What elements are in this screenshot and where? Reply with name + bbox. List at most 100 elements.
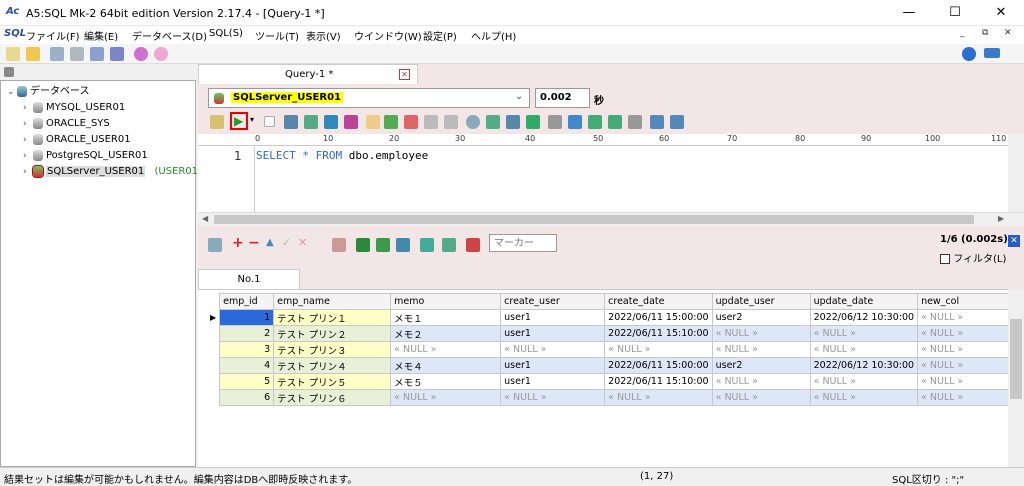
rerun-icon[interactable] [420, 238, 434, 252]
table-row[interactable]: 2 テスト プリン２ メモ２ user1 2022/06/11 15:10:00 « NU… [207, 325, 1023, 342]
menu-help[interactable]: ヘルプ(H) [471, 28, 516, 43]
table-cell[interactable]: 2 [219, 325, 275, 342]
table-cell[interactable]: テスト プリン３ [273, 341, 392, 358]
explain-icon[interactable] [284, 115, 298, 129]
add-row-icon[interactable]: + [232, 235, 244, 251]
table-cell[interactable]: « NULL » [500, 389, 606, 406]
table-cell[interactable]: « NULL » [711, 341, 811, 358]
paste-icon[interactable] [444, 115, 458, 129]
table-cell[interactable]: テスト プリン４ [273, 357, 392, 374]
tree-item-oracle-sys[interactable]: › ORACLE_SYS [23, 117, 110, 131]
outdent-icon[interactable] [608, 115, 622, 129]
settings-icon[interactable] [110, 47, 124, 61]
excel-icon[interactable] [356, 238, 370, 252]
table-cell[interactable]: « NULL » [604, 341, 713, 358]
tab-query-1[interactable]: Query-1 * ✕ [198, 64, 418, 84]
table-cell[interactable]: 6 [219, 389, 275, 406]
run-all-icon[interactable] [304, 115, 318, 129]
editor-vertical-scrollbar[interactable] [1008, 134, 1024, 212]
marker-input[interactable] [489, 234, 557, 252]
checkbox-icon[interactable] [940, 254, 950, 264]
open-folder-icon[interactable] [26, 47, 40, 61]
redo-icon[interactable] [384, 115, 398, 129]
sql-editor[interactable]: 1 SELECT * FROM dbo.employee [198, 146, 1008, 212]
search-icon[interactable] [466, 115, 480, 129]
database-gear-icon[interactable] [70, 47, 84, 61]
plugin2-icon[interactable] [154, 47, 168, 61]
format-icon[interactable] [526, 115, 540, 129]
copy-grid-icon[interactable] [396, 238, 410, 252]
table-cell[interactable]: 2022/06/11 15:10:00 [604, 373, 713, 390]
table-cell[interactable]: « NULL » [500, 341, 606, 358]
menu-tools[interactable]: ツール(T) [255, 28, 299, 43]
menu-settings[interactable]: 設定(P) [423, 28, 457, 43]
rollback-icon[interactable]: ✕ [298, 236, 307, 249]
table-cell[interactable]: user1 [500, 309, 606, 326]
table-cell[interactable]: user1 [500, 325, 606, 342]
table-cell[interactable]: « NULL » [917, 373, 1023, 390]
table-row[interactable]: 6 テスト プリン６ « NULL » « NULL » « NULL » « NULL … [207, 389, 1023, 406]
table-cell[interactable]: 1 [219, 309, 275, 326]
table-row[interactable]: 4 テスト プリン４ メモ４ user1 2022/06/11 15:00:00 user… [207, 357, 1023, 374]
tree-item-sqlserver[interactable]: › SQLServer_USER01 (USER01) [23, 164, 202, 179]
column-header[interactable]: create_date [604, 293, 713, 310]
cut-icon[interactable] [404, 115, 418, 129]
table-cell[interactable]: « NULL » [809, 373, 919, 390]
table-cell[interactable]: メモ４ [390, 357, 502, 374]
close-button[interactable]: ✕ [978, 0, 1024, 26]
mdi-restore-button[interactable]: ⧉ [982, 28, 988, 38]
table-icon[interactable] [90, 47, 104, 61]
table-cell[interactable]: メモ２ [390, 325, 502, 342]
tree-item-postgresql[interactable]: › PostgreSQL_USER01 [23, 149, 148, 163]
table-cell[interactable]: テスト プリン２ [273, 325, 392, 342]
chevron-down-icon[interactable]: ⌄ [515, 91, 523, 102]
table-cell[interactable]: メモ１ [390, 309, 502, 326]
table-cell[interactable]: « NULL » [809, 341, 919, 358]
scroll-thumb[interactable] [1010, 319, 1022, 399]
columns-icon[interactable] [670, 115, 684, 129]
table-cell[interactable]: user1 [500, 357, 606, 374]
tab-result-1[interactable]: No.1 [198, 269, 300, 289]
calendar-icon[interactable] [208, 238, 222, 252]
table-cell[interactable]: « NULL » [809, 389, 919, 406]
replace-icon[interactable] [486, 115, 500, 129]
menu-sql[interactable]: SQL(S) [209, 28, 243, 39]
table-cell[interactable]: テスト プリン１ [273, 309, 392, 326]
menu-edit[interactable]: 編集(E) [84, 28, 118, 43]
filter-checkbox[interactable]: フィルタ(L) [940, 250, 1006, 265]
table-cell[interactable]: « NULL » [917, 325, 1023, 342]
run-icon[interactable]: ▶ [234, 114, 243, 128]
table-row[interactable]: ▶ 1 テスト プリン１ メモ１ user1 2022/06/11 15:00:00 use… [207, 309, 1023, 326]
table-cell[interactable]: « NULL » [809, 325, 919, 342]
close-results-icon[interactable]: ✕ [1008, 235, 1020, 247]
table-cell[interactable]: 2022/06/12 10:30:00 [809, 309, 919, 326]
align-icon[interactable] [548, 115, 562, 129]
table-cell[interactable]: « NULL » [917, 341, 1023, 358]
table-cell[interactable]: user2 [711, 357, 811, 374]
stop-icon[interactable] [264, 116, 275, 127]
table-cell[interactable]: « NULL » [711, 325, 811, 342]
column-header[interactable]: memo [390, 293, 502, 310]
elapsed-time-field[interactable]: 0.002 [535, 88, 590, 108]
table-cell[interactable]: user2 [711, 309, 811, 326]
menu-database[interactable]: データベース(D) [132, 28, 207, 43]
comment-icon[interactable] [628, 115, 642, 129]
rerun-all-icon[interactable] [442, 238, 456, 252]
table-cell[interactable]: « NULL » [390, 389, 502, 406]
export-icon[interactable] [332, 238, 346, 252]
table-cell[interactable]: « NULL » [917, 309, 1023, 326]
database-icon[interactable] [50, 47, 64, 61]
table-cell[interactable]: « NULL » [390, 341, 502, 358]
tree-item-mysql[interactable]: › MYSQL_USER01 [23, 101, 125, 115]
wrap-icon[interactable] [568, 115, 582, 129]
editor-horizontal-scrollbar[interactable]: ◀ ▶ [198, 212, 1024, 226]
table-cell[interactable]: 5 [219, 373, 275, 390]
table-cell[interactable]: « NULL » [711, 389, 811, 406]
column-header[interactable]: create_user [500, 293, 606, 310]
menu-window[interactable]: ウインドウ(W) [354, 28, 422, 43]
table-cell[interactable]: テスト プリン６ [273, 389, 392, 406]
jump-icon[interactable] [506, 115, 520, 129]
column-header[interactable]: new_col [917, 293, 1023, 310]
connection-select[interactable]: SQLServer_USER01 ⌄ [208, 88, 530, 108]
help-icon[interactable] [962, 47, 976, 61]
